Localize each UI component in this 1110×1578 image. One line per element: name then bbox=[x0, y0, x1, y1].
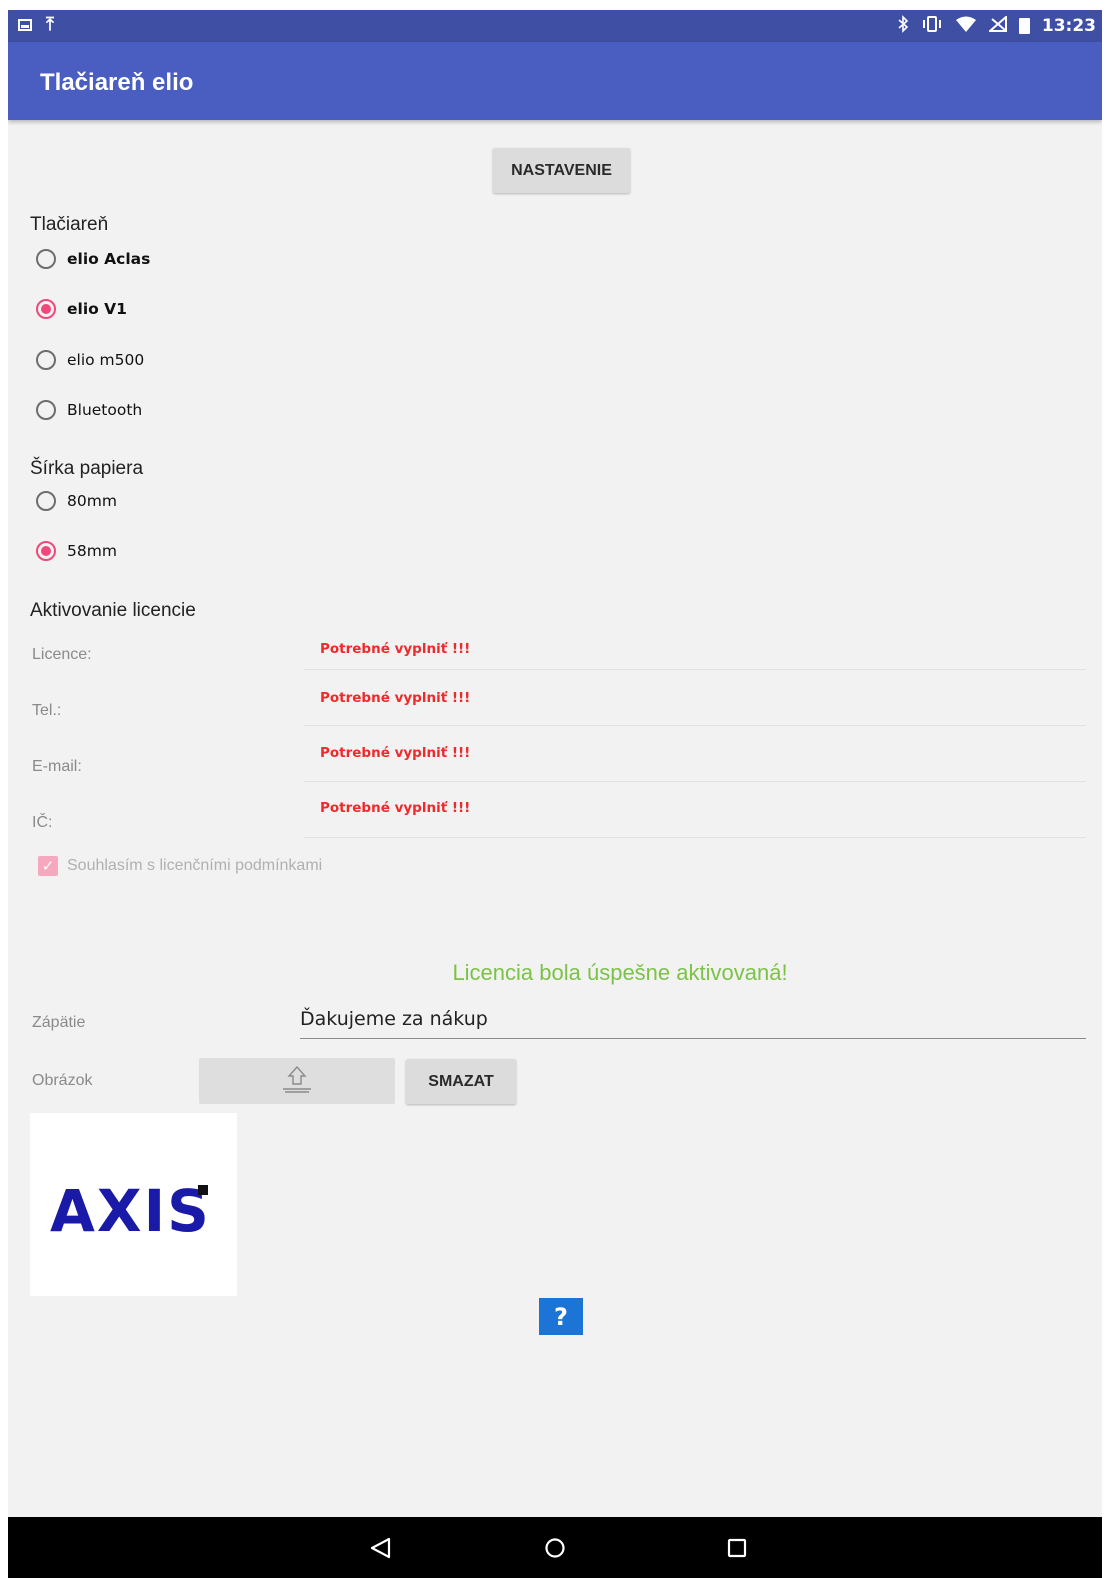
image-icon bbox=[18, 19, 32, 31]
agree-terms-checkbox[interactable]: ✓ bbox=[38, 856, 58, 876]
axis-logo: AXIS bbox=[50, 1177, 211, 1245]
back-icon[interactable] bbox=[351, 1517, 411, 1578]
footer-input[interactable]: Ďakujeme za nákup bbox=[300, 1008, 1086, 1039]
radio-button[interactable] bbox=[36, 299, 56, 319]
agree-terms-checkbox-row[interactable]: ✓ Souhlasím s licenčními podmínkami bbox=[38, 856, 322, 876]
upload-icon: ⤒ bbox=[46, 14, 54, 35]
paper-width-heading: Šírka papiera bbox=[30, 458, 144, 479]
radio-printer-bluetooth[interactable]: Bluetooth bbox=[36, 395, 142, 425]
radio-button[interactable] bbox=[36, 491, 56, 511]
email-label: E-mail: bbox=[32, 758, 82, 775]
printer-heading: Tlačiareň bbox=[30, 214, 109, 235]
agree-terms-label: Souhlasím s licenčními podmínkami bbox=[67, 857, 323, 874]
license-heading: Aktivovanie licencie bbox=[30, 600, 196, 621]
wifi-icon bbox=[955, 16, 977, 37]
app-title: Tlačiareň elio bbox=[40, 69, 194, 96]
footer-label: Zápätie bbox=[32, 1014, 86, 1031]
radio-printer-elio-v1[interactable]: elio V1 bbox=[36, 294, 127, 324]
license-label: Licence: bbox=[32, 646, 92, 663]
email-field[interactable]: Potrebné vyplniť !!! bbox=[320, 745, 470, 761]
radio-button[interactable] bbox=[36, 541, 56, 561]
radio-label: elio V1 bbox=[67, 300, 127, 318]
radio-label: 58mm bbox=[67, 542, 117, 560]
radio-label: Bluetooth bbox=[67, 401, 143, 419]
radio-button[interactable] bbox=[36, 400, 56, 420]
settings-button[interactable]: NASTAVENIE bbox=[493, 148, 630, 193]
radio-printer-elio-aclas[interactable]: elio Aclas bbox=[36, 244, 150, 274]
home-icon[interactable] bbox=[525, 1517, 585, 1578]
radio-paper-80mm[interactable]: 80mm bbox=[36, 486, 117, 516]
no-signal-icon bbox=[987, 14, 1007, 37]
battery-icon bbox=[1018, 18, 1030, 34]
company-id-label: IČ: bbox=[32, 814, 53, 831]
logo-image: AXIS bbox=[30, 1113, 237, 1296]
license-success-message: Licencia bola úspešne aktivovaná! bbox=[452, 960, 788, 985]
radio-label: 80mm bbox=[67, 492, 117, 510]
phone-field[interactable]: Potrebné vyplniť !!! bbox=[320, 690, 470, 706]
radio-label: elio m500 bbox=[67, 351, 145, 369]
status-time: 13:23 bbox=[1041, 16, 1096, 36]
phone-label: Tel.: bbox=[32, 702, 62, 719]
navigation-bar bbox=[8, 1517, 1102, 1578]
help-button[interactable]: ? bbox=[539, 1298, 583, 1335]
company-id-field-underline bbox=[304, 837, 1086, 838]
status-bar: ⤒ 13:23 bbox=[8, 10, 1102, 42]
recents-icon[interactable] bbox=[707, 1517, 767, 1578]
vibrate-icon bbox=[921, 15, 943, 37]
app-bar: Tlačiareň elio bbox=[8, 42, 1102, 120]
screen: ⤒ 13:23 Tlačiareň elio NASTAVENIE Tlačia… bbox=[8, 10, 1102, 1578]
radio-button[interactable] bbox=[36, 350, 56, 370]
company-id-field[interactable]: Potrebné vyplniť !!! bbox=[320, 800, 470, 816]
license-field[interactable]: Potrebné vyplniť !!! bbox=[320, 641, 470, 657]
license-field-underline bbox=[304, 669, 1086, 670]
email-field-underline bbox=[304, 781, 1086, 782]
logo-text: AXIS bbox=[50, 1177, 211, 1245]
radio-label: elio Aclas bbox=[67, 250, 151, 268]
upload-icon bbox=[280, 1064, 314, 1099]
delete-image-button[interactable]: SMAZAT bbox=[406, 1059, 516, 1104]
bluetooth-icon bbox=[897, 15, 909, 37]
radio-paper-58mm[interactable]: 58mm bbox=[36, 536, 117, 566]
phone-field-underline bbox=[304, 725, 1086, 726]
radio-button[interactable] bbox=[36, 249, 56, 269]
upload-image-button[interactable] bbox=[199, 1058, 395, 1104]
radio-printer-elio-m500[interactable]: elio m500 bbox=[36, 345, 144, 375]
image-label: Obrázok bbox=[32, 1072, 93, 1089]
